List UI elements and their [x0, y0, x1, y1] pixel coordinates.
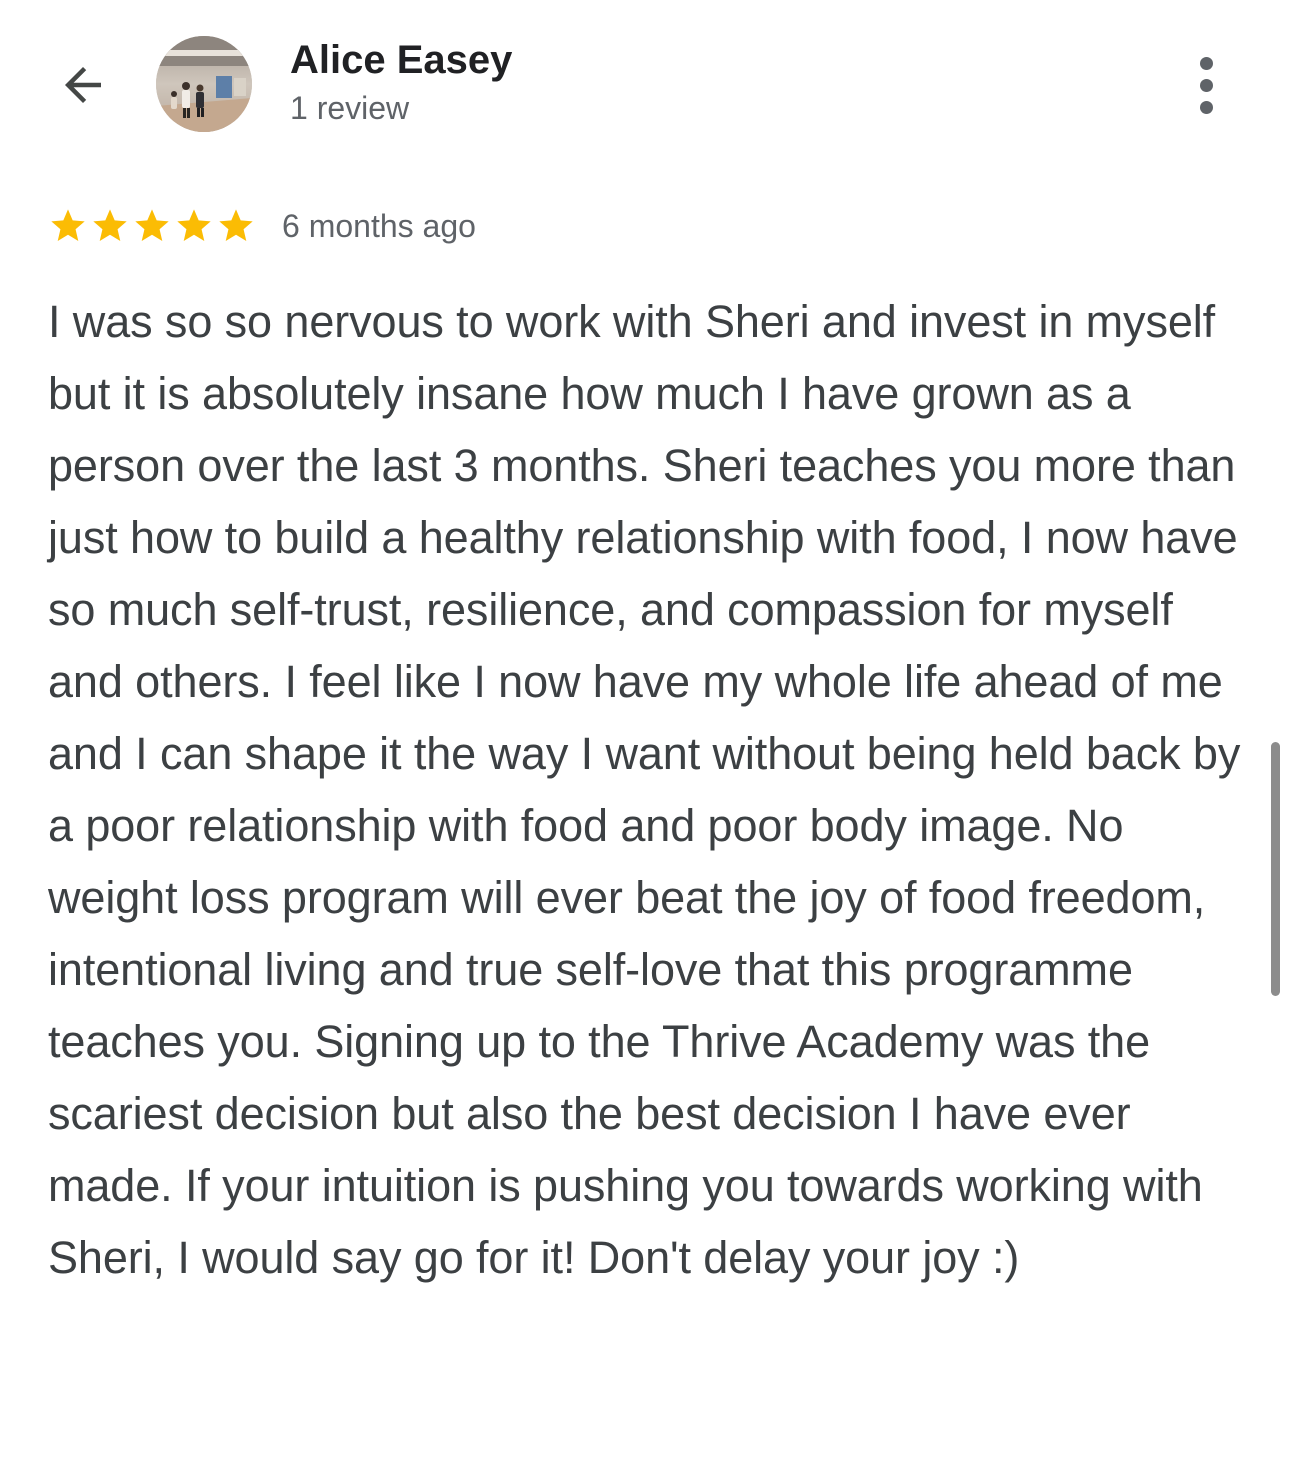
- arrow-back-icon: [65, 67, 101, 103]
- review-text: I was so so nervous to work with Sheri a…: [48, 296, 1241, 1283]
- star-icon: [51, 209, 85, 241]
- star-icon: [219, 209, 253, 241]
- avatar-photo: [156, 36, 252, 132]
- review-time: 6 months ago: [282, 207, 476, 244]
- star-icon: [93, 209, 127, 241]
- reviewer-avatar[interactable]: [156, 36, 252, 132]
- more-vertical-icon: [1199, 56, 1213, 70]
- review-count: 1 review: [290, 90, 410, 126]
- review-header: Alice Easey 1 review: [0, 0, 1290, 150]
- star-icon: [135, 209, 169, 241]
- more-options-button[interactable]: [1178, 52, 1234, 118]
- scrollbar-thumb[interactable]: [1271, 742, 1280, 996]
- star-rating: [48, 206, 256, 246]
- reviewer-name[interactable]: Alice Easey: [290, 38, 512, 83]
- star-icon: [177, 209, 211, 241]
- rating-row: 6 months ago: [48, 202, 476, 250]
- back-button[interactable]: [50, 52, 116, 118]
